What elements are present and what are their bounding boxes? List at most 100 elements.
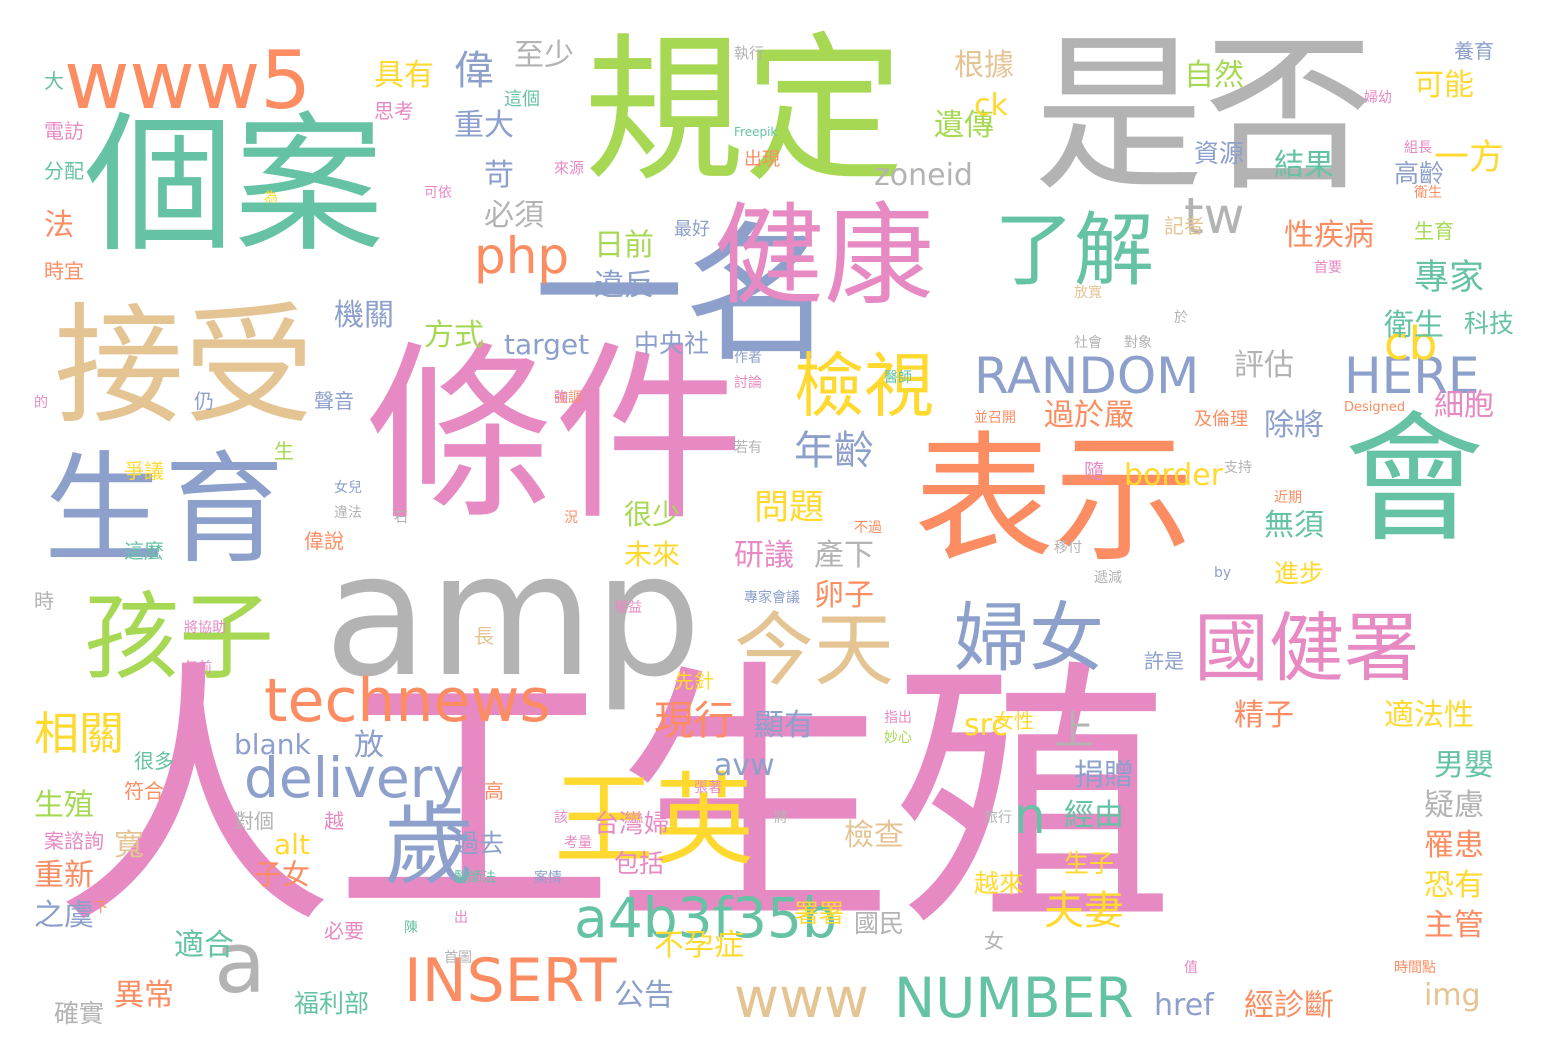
word: 現行	[654, 698, 734, 744]
word: Designed	[1344, 400, 1406, 415]
word: 這個	[504, 89, 540, 110]
word: 生育	[1414, 219, 1454, 243]
word: technews	[264, 666, 551, 736]
word: RANDOM	[974, 347, 1200, 405]
word: 苛	[484, 158, 514, 193]
word: 結果	[1274, 148, 1334, 183]
word: 違反	[594, 268, 654, 303]
word: 健康	[714, 192, 934, 320]
word: 將	[774, 810, 788, 826]
word: 首圖	[444, 950, 472, 966]
word: 生殖	[34, 788, 94, 823]
word: border	[1124, 458, 1224, 493]
word: 子女	[254, 858, 311, 891]
word: 研議	[734, 538, 794, 573]
word: 石	[394, 510, 408, 526]
word: 很少	[624, 498, 681, 531]
word: 台灣婦	[594, 809, 670, 838]
word: 生子	[1064, 849, 1115, 878]
word: 除將	[1264, 408, 1324, 443]
word: 及倫理	[1194, 409, 1248, 430]
word: 生育	[44, 441, 284, 580]
word: 很多	[134, 749, 174, 773]
word: INSERT	[404, 946, 617, 1016]
word: 卵子	[814, 578, 874, 613]
word: 越	[324, 809, 344, 833]
word: 顯有	[754, 708, 814, 743]
word: by	[1214, 565, 1232, 581]
word: Freepik	[734, 125, 778, 139]
word: 個案	[84, 99, 385, 273]
word: 精子	[1234, 698, 1294, 733]
word: 時間點	[1394, 960, 1436, 976]
word: blank	[234, 728, 311, 761]
word: 作者	[734, 350, 762, 366]
word: 許是	[1144, 649, 1184, 673]
word: 捐贈	[1074, 758, 1134, 793]
word: 下	[94, 900, 108, 916]
word: 孩子	[84, 583, 275, 693]
word: 越來	[974, 869, 1025, 898]
word: 醫師	[884, 370, 912, 386]
word: 若有	[734, 440, 762, 456]
word: 適合	[174, 928, 234, 963]
word: href	[1154, 988, 1214, 1023]
word: 這麼	[124, 539, 164, 563]
word: 電訪	[44, 119, 84, 143]
word: 隨	[1084, 459, 1104, 483]
word: 不過	[854, 520, 882, 536]
word: 會	[1344, 399, 1485, 562]
word: 問題	[754, 488, 825, 528]
word: 組長	[1404, 140, 1432, 156]
word: 恐有	[1424, 868, 1484, 903]
word: 女	[984, 929, 1004, 953]
word: 罹患	[1424, 828, 1484, 863]
word: 偉說	[304, 529, 344, 553]
word: 年齡	[794, 428, 874, 474]
word: 相關	[34, 707, 125, 760]
word: 之虞	[34, 898, 94, 933]
word: 移付	[1054, 540, 1082, 556]
word: 指出	[884, 710, 912, 726]
word: 討論	[734, 375, 762, 391]
word: 妙心	[884, 730, 912, 746]
word: 考量	[564, 835, 592, 851]
word: 國民	[854, 909, 905, 938]
word: 確實	[54, 999, 105, 1028]
word: 為	[264, 190, 278, 206]
word: 出	[454, 910, 468, 926]
word: 該	[554, 810, 568, 826]
word: 重新	[34, 858, 94, 893]
word: 評估	[1234, 348, 1294, 383]
word: 重大	[454, 108, 514, 143]
word: 夫妻	[1044, 888, 1124, 934]
word: 社會	[1074, 335, 1102, 351]
word: 詢	[554, 390, 568, 406]
word: 至少	[514, 38, 574, 73]
word: 放	[354, 728, 384, 763]
word: target	[504, 328, 590, 361]
word: 專家	[1414, 258, 1485, 298]
word: 爭議	[124, 459, 164, 483]
word: 包括	[614, 849, 665, 878]
word: 一方	[1434, 138, 1505, 178]
word: 於	[1174, 310, 1188, 326]
word: 近期	[1274, 490, 1302, 506]
word: 主管	[1424, 908, 1484, 943]
word: 經診斷	[1244, 988, 1334, 1023]
word: avw	[714, 748, 775, 783]
word: 寬	[114, 828, 144, 863]
word: 檢視	[794, 345, 934, 427]
word: 分配	[44, 159, 84, 183]
word: 經由	[1064, 798, 1124, 833]
word: 將協助	[184, 620, 226, 636]
word: 大	[44, 69, 64, 93]
word: 男嬰	[1434, 748, 1494, 783]
word: 過於嚴	[1044, 398, 1134, 433]
word: 張著	[694, 780, 722, 796]
word: 思考	[374, 99, 414, 123]
word: 出現	[744, 149, 780, 170]
word: 偉	[454, 48, 494, 94]
word: 接受	[54, 290, 315, 442]
word: 異常	[114, 978, 174, 1013]
